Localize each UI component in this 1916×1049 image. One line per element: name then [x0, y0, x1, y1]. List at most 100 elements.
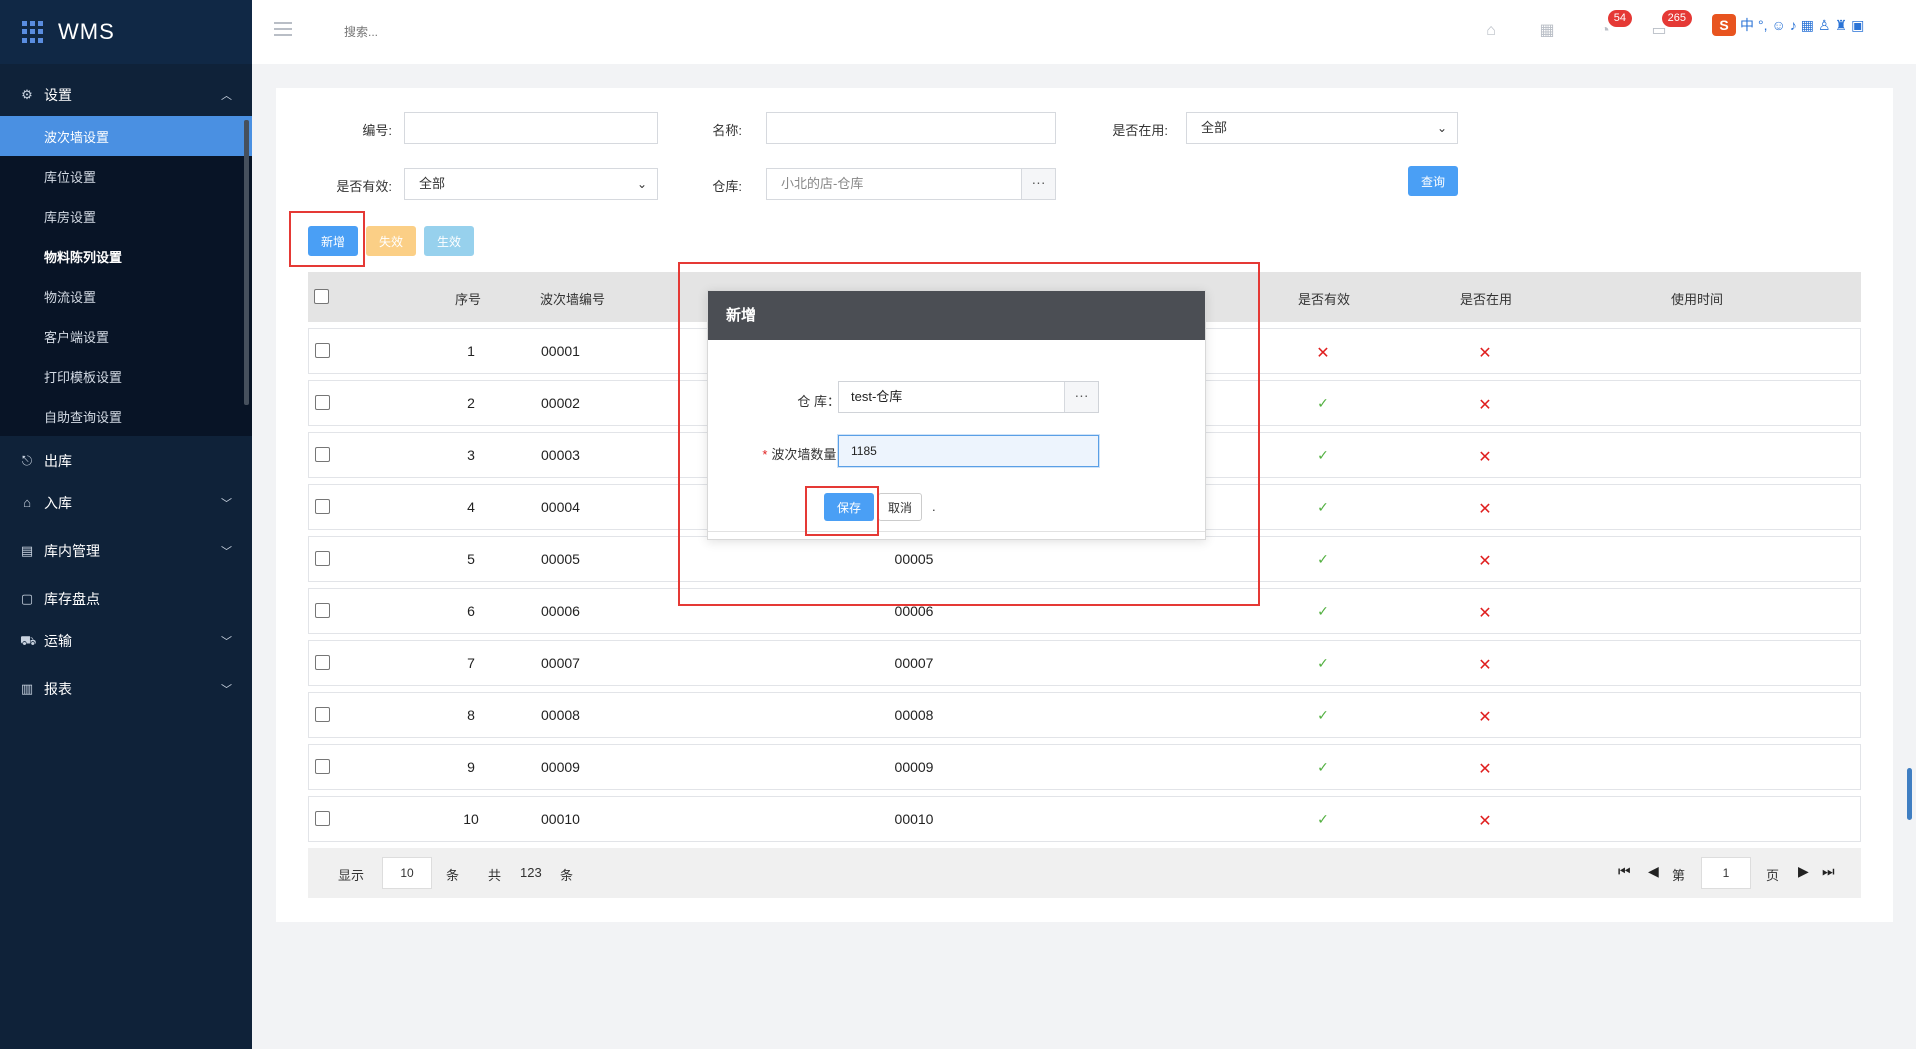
last-page-icon[interactable]: ⏭ — [1822, 863, 1835, 880]
required-mark: * — [762, 447, 768, 462]
grid-icon[interactable]: ▦ — [1536, 20, 1558, 42]
warehouse-icon: ▤ — [20, 543, 34, 558]
chevron-down-icon: ﹀ — [221, 498, 232, 510]
row-checkbox[interactable] — [315, 395, 330, 410]
show-label: 显示 — [338, 868, 365, 883]
menu-group-transport[interactable]: ⛟ 运输 ﹀ — [0, 620, 252, 662]
sidebar-item-logistics[interactable]: 物流设置 — [0, 276, 252, 316]
keyboard-icon: ▦ — [1800, 16, 1815, 33]
row-checkbox[interactable] — [315, 447, 330, 462]
dialog-qty-input[interactable]: 1185 — [838, 435, 1099, 467]
sidebar-item-wave-wall[interactable]: 波次墙设置 — [0, 116, 252, 156]
page-size-input[interactable]: 10 — [382, 857, 432, 889]
header-in-use: 是否在用 — [1460, 292, 1513, 307]
ime-toolbar[interactable]: S 中 °, ☺ ♪ ▦ ♙ ♜ ▣ — [1712, 12, 1864, 38]
menu-group-label: 入库 — [44, 495, 72, 511]
table-row[interactable]: 8 00008 00008 ✓ ✕ — [308, 692, 1861, 738]
check-icon: ✓ — [1317, 655, 1329, 671]
next-page-icon[interactable]: ▶ — [1798, 863, 1809, 880]
row-checkbox[interactable] — [315, 603, 330, 618]
gear-icon: ⚙ — [21, 87, 33, 102]
save-button[interactable]: 保存 — [824, 493, 874, 521]
sidebar-item-storeroom[interactable]: 库房设置 — [0, 196, 252, 236]
row-checkbox[interactable] — [315, 811, 330, 826]
in-use-select[interactable]: 全部 ⌄ — [1186, 112, 1458, 144]
more-icon[interactable]: ··· — [1064, 382, 1098, 412]
valid-label: 是否有效: — [336, 179, 392, 194]
truck-icon: ⛟ — [20, 633, 37, 648]
sidebar-item-self-query[interactable]: 自助查询设置 — [0, 396, 252, 436]
notification-badge: 54 — [1607, 10, 1632, 27]
cross-icon: ✕ — [1478, 605, 1492, 622]
header-code: 波次墙编号 — [540, 292, 606, 307]
menu-toggle-icon[interactable] — [274, 22, 292, 36]
valid-select[interactable]: 全部 ⌄ — [404, 168, 658, 200]
menu-group-report[interactable]: ▥ 报表 ﹀ — [0, 668, 252, 710]
cell-seq: 3 — [467, 447, 475, 463]
row-checkbox[interactable] — [315, 551, 330, 566]
cell-name: 00006 — [894, 603, 934, 619]
app-title: WMS — [58, 19, 115, 44]
table-row[interactable]: 9 00009 00009 ✓ ✕ — [308, 744, 1861, 790]
cross-icon: ✕ — [1478, 345, 1492, 362]
name-input[interactable] — [766, 112, 1056, 144]
table-row[interactable]: 5 00005 00005 ✓ ✕ — [308, 536, 1861, 582]
warehouse-label: 仓库: — [712, 179, 742, 194]
add-dialog: 新增 仓 库： test-仓库 ··· * 波次墙数量: 1185 保存 取消 . — [707, 290, 1206, 540]
menu-group-label: 库内管理 — [44, 543, 100, 559]
query-button[interactable]: 查询 — [1408, 166, 1458, 196]
page-input[interactable]: 1 — [1701, 857, 1751, 889]
menu-group-warehouse[interactable]: ▤ 库内管理 ﹀ — [0, 530, 252, 572]
dialog-warehouse-label: 仓 库： — [797, 394, 840, 409]
apps-grid-icon[interactable] — [22, 21, 44, 43]
row-checkbox[interactable] — [315, 499, 330, 514]
cross-icon: ✕ — [1478, 761, 1492, 778]
sidebar-scrollbar[interactable] — [244, 120, 249, 405]
cell-seq: 5 — [467, 551, 475, 567]
menu-group-settings[interactable]: ⚙ 设置 ︿ — [0, 74, 252, 116]
dialog-warehouse-picker[interactable]: test-仓库 ··· — [838, 381, 1099, 413]
sidebar-item-display[interactable]: 物料陈列设置 — [0, 236, 252, 276]
dialog-divider — [708, 531, 1205, 532]
ime-mode: 中 — [1740, 17, 1754, 33]
cell-seq: 7 — [467, 655, 475, 671]
cancel-button[interactable]: 取消 — [878, 493, 922, 521]
first-page-icon[interactable]: ⏮ — [1618, 863, 1631, 880]
check-icon: ✓ — [1317, 499, 1329, 515]
menu-group-inventory[interactable]: ▢ 库存盘点 — [0, 578, 252, 620]
table-row[interactable]: 7 00007 00007 ✓ ✕ — [308, 640, 1861, 686]
toolbox-icon: ▣ — [1851, 16, 1865, 33]
page-scrollbar[interactable] — [1907, 768, 1912, 820]
row-checkbox[interactable] — [315, 707, 330, 722]
table-row[interactable]: 10 00010 00010 ✓ ✕ — [308, 796, 1861, 842]
more-icon[interactable]: ··· — [1021, 169, 1055, 199]
home-icon[interactable]: ⌂ — [1480, 20, 1502, 42]
disable-button[interactable]: 失效 — [366, 226, 416, 256]
enable-button[interactable]: 生效 — [424, 226, 474, 256]
menu-group-label: 出库 — [44, 453, 72, 469]
code-input[interactable] — [404, 112, 658, 144]
total-count: 123 — [520, 865, 542, 880]
prev-page-icon[interactable]: ◀ — [1648, 863, 1659, 880]
add-button[interactable]: 新增 — [308, 226, 358, 256]
total-label: 共 — [488, 868, 502, 883]
row-checkbox[interactable] — [315, 655, 330, 670]
row-checkbox[interactable] — [315, 759, 330, 774]
table-row[interactable]: 6 00006 00006 ✓ ✕ — [308, 588, 1861, 634]
select-all-checkbox[interactable] — [314, 289, 329, 304]
global-search-input[interactable] — [344, 20, 544, 44]
chevron-down-icon: ﹀ — [221, 636, 232, 648]
sidebar-item-location[interactable]: 库位设置 — [0, 156, 252, 196]
menu-group-inbound[interactable]: ⌂ 入库 ﹀ — [0, 482, 252, 524]
cross-icon: ✕ — [1478, 449, 1492, 466]
outbound-icon: ⎋ — [21, 453, 33, 468]
warehouse-picker[interactable]: 小北的店-仓库 ··· — [766, 168, 1056, 200]
message-icon[interactable]: ▭ 265 — [1648, 10, 1692, 42]
sidebar-item-client[interactable]: 客户端设置 — [0, 316, 252, 356]
menu-group-outbound[interactable]: ⎋ 出库 — [0, 440, 252, 482]
row-checkbox[interactable] — [315, 343, 330, 358]
mic-icon: ♪ — [1789, 17, 1797, 33]
sidebar-item-print-template[interactable]: 打印模板设置 — [0, 356, 252, 396]
cell-code: 00009 — [541, 759, 580, 775]
bell-icon[interactable]: ◔ 54 — [1594, 10, 1632, 42]
